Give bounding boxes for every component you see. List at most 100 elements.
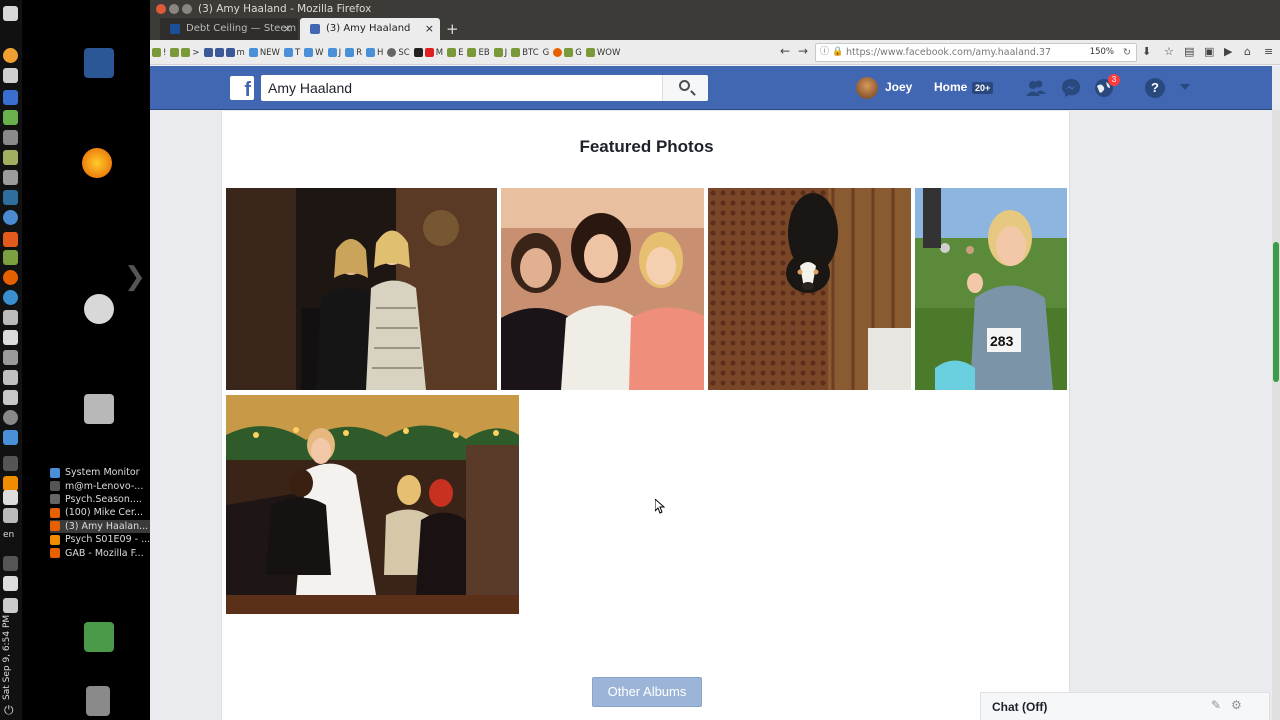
task-item[interactable]: Psych S01E09 - ... (50, 533, 150, 546)
avatar[interactable] (856, 77, 878, 99)
chrome-icon[interactable] (3, 290, 18, 305)
help-icon[interactable]: ? (1145, 78, 1165, 98)
search-input[interactable] (261, 75, 708, 101)
tab-amy-haaland[interactable]: (3) Amy Haaland × (300, 18, 440, 40)
network-icon[interactable] (3, 350, 18, 365)
bookmark[interactable]: BTC (511, 48, 539, 58)
task-item-active[interactable]: (3) Amy Haalan... (50, 519, 150, 533)
firefox-desktop-icon[interactable] (82, 148, 112, 178)
display-icon[interactable] (3, 330, 18, 345)
bookmark[interactable]: J (493, 48, 507, 58)
window-titlebar[interactable]: (3) Amy Haaland - Mozilla Firefox (150, 0, 1280, 18)
featured-photo[interactable] (501, 188, 704, 390)
settings-icon[interactable] (3, 170, 18, 185)
pocket-icon[interactable]: ▣ (1204, 45, 1214, 58)
forward-button[interactable]: → (798, 44, 808, 58)
featured-photo[interactable] (226, 188, 497, 390)
chat-sidebar-bar[interactable]: Chat (Off) ✎ ⚙ (980, 692, 1270, 720)
info-icon[interactable]: ⓘ (820, 44, 829, 61)
task-item[interactable]: m@m-Lenovo-... (50, 479, 150, 492)
profile-link[interactable]: Joey (885, 80, 912, 94)
tab-debt-ceiling[interactable]: Debt Ceiling — Steem × (160, 18, 298, 40)
mute-icon[interactable] (3, 556, 18, 571)
bitcoin-icon[interactable] (3, 48, 18, 63)
reload-icon[interactable]: ↻ (1123, 44, 1131, 61)
bookmark[interactable]: E (447, 48, 463, 58)
vlc-icon[interactable] (3, 476, 18, 491)
bookmark[interactable]: NEW (248, 48, 280, 58)
gear-icon[interactable]: ⚙ (1231, 698, 1242, 712)
archive-desktop-icon[interactable] (84, 394, 114, 424)
keyboard-language[interactable]: en (3, 530, 14, 540)
maximize-window-icon[interactable] (182, 4, 192, 14)
bookmark[interactable]: ! (152, 48, 166, 58)
terminal-icon[interactable] (3, 430, 18, 445)
app-icon[interactable] (3, 6, 18, 21)
spreadsheet-icon[interactable] (3, 110, 18, 125)
bookmark[interactable]: R (345, 48, 362, 58)
compose-icon[interactable]: ✎ (1211, 698, 1221, 712)
scrollbar[interactable] (1272, 110, 1280, 720)
task-item[interactable]: (100) Mike Cer... (50, 506, 150, 519)
bookmark[interactable]: J (327, 48, 341, 58)
other-albums-button[interactable]: Other Albums (592, 677, 702, 707)
media-icon[interactable] (3, 232, 18, 247)
drive-icon[interactable] (3, 370, 18, 385)
tab-close-icon[interactable]: × (283, 18, 292, 40)
messenger-icon[interactable] (1061, 78, 1081, 98)
power-icon[interactable]: ⏻ (4, 703, 14, 718)
bluetooth-icon[interactable] (3, 456, 18, 471)
volume-icon[interactable] (3, 576, 18, 591)
task-item[interactable]: Psych.Season.... (50, 493, 150, 506)
firefox-icon[interactable] (3, 270, 18, 285)
featured-photo[interactable]: 283 (915, 188, 1067, 390)
clock[interactable]: Sat Sep 9, 6:54 PM (2, 610, 20, 700)
bookmark[interactable]: G (543, 48, 550, 58)
chevron-right-icon[interactable]: ❯ (124, 262, 146, 292)
monitor-icon[interactable] (3, 190, 18, 205)
calendar-icon[interactable] (3, 90, 18, 105)
search-button[interactable] (662, 75, 708, 101)
bookmark-star-icon[interactable]: ☆ (1164, 45, 1174, 58)
featured-photo[interactable] (708, 188, 911, 390)
steam-icon[interactable] (3, 410, 18, 425)
minimize-window-icon[interactable] (169, 4, 179, 14)
bookmark[interactable]: > (170, 48, 200, 58)
trash-icon[interactable] (86, 686, 110, 716)
bookmark[interactable]: W (304, 48, 324, 58)
back-button[interactable]: ← (780, 44, 790, 58)
bookmark[interactable]: WOW (585, 48, 620, 58)
home-icon[interactable]: ⌂ (1244, 45, 1251, 58)
user-icon[interactable] (84, 622, 114, 652)
tab-close-icon[interactable]: × (425, 18, 434, 40)
files-icon[interactable] (3, 130, 18, 145)
editor-icon[interactable] (3, 68, 18, 83)
download-icon[interactable]: ⬇ (1142, 45, 1151, 58)
youtube-addon-icon[interactable]: ▶ (1224, 45, 1232, 58)
new-tab-button[interactable]: + (446, 18, 459, 40)
printer-icon[interactable] (3, 310, 18, 325)
ubuntu-icon[interactable] (84, 294, 114, 324)
archive-icon[interactable] (3, 150, 18, 165)
bookmark[interactable]: M (413, 48, 443, 58)
bookmark[interactable]: EB (467, 48, 490, 58)
featured-photo[interactable] (226, 395, 519, 614)
bookmark[interactable]: SC (387, 48, 410, 58)
friend-requests-icon[interactable] (1026, 78, 1046, 98)
library-icon[interactable]: ▤ (1184, 45, 1194, 58)
lock-icon[interactable]: 🔒 (832, 44, 843, 61)
menu-icon[interactable]: ≡ (1264, 45, 1273, 58)
chat-status[interactable]: Chat (Off) (992, 700, 1047, 714)
url-bar[interactable]: ⓘ 🔒 https://www.facebook.com/amy.haaland… (815, 43, 1137, 62)
task-item[interactable]: GAB - Mozilla F... (50, 546, 150, 559)
bookmark[interactable]: m (203, 48, 245, 58)
bookmark[interactable]: G (553, 48, 582, 58)
task-item[interactable]: System Monitor (50, 466, 150, 479)
document-icon[interactable] (84, 48, 114, 78)
bookmark[interactable]: T (283, 48, 300, 58)
scrollbar-thumb[interactable] (1273, 242, 1279, 382)
close-window-icon[interactable] (156, 4, 166, 14)
facebook-logo[interactable]: f (230, 76, 254, 101)
disk-icon[interactable] (3, 390, 18, 405)
home-link[interactable]: Home (934, 80, 967, 94)
